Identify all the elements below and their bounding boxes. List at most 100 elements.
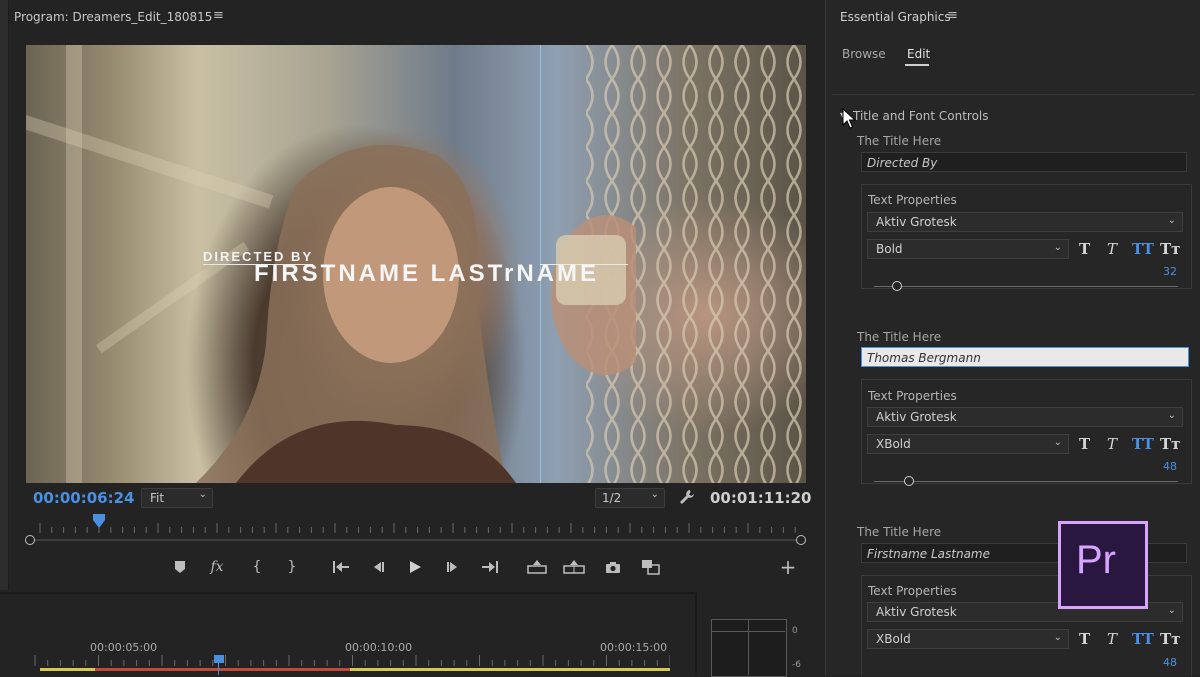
go-to-out-button[interactable] — [479, 556, 501, 578]
small-caps-button[interactable]: Tт — [1160, 240, 1180, 258]
fx-icon: fx — [210, 559, 224, 575]
text-properties-label: Text Properties — [868, 389, 957, 403]
faux-italic-button[interactable]: T — [1107, 435, 1117, 453]
extract-icon — [563, 560, 585, 574]
all-caps-button[interactable]: TT — [1132, 435, 1154, 453]
font-family-select[interactable]: Aktiv Grotesk ⌄ — [867, 212, 1183, 232]
font-style-select[interactable]: XBold ⌄ — [867, 434, 1069, 454]
left-panel-edge — [0, 0, 9, 590]
divider — [832, 94, 1194, 95]
bridge-beam — [66, 45, 82, 483]
small-caps-button[interactable]: Tт — [1160, 435, 1180, 453]
mark-in-button[interactable]: { — [246, 556, 268, 578]
time-ruler[interactable] — [30, 520, 801, 534]
font-size-value[interactable]: 32 — [1163, 265, 1177, 278]
timeline-playhead[interactable] — [214, 655, 224, 663]
title-text-field[interactable]: Directed By — [861, 152, 1187, 172]
font-size-slider-track[interactable] — [874, 286, 1178, 287]
scrub-start-handle[interactable] — [25, 535, 35, 545]
meter-label: -6 — [792, 660, 801, 670]
font-style-value: Bold — [876, 242, 903, 256]
program-panel-menu-icon[interactable]: ≡ — [213, 8, 224, 23]
step-back-icon — [374, 562, 384, 572]
section-title[interactable]: Title and Font Controls — [853, 109, 989, 123]
duration-timecode: 00:01:11:20 — [710, 489, 812, 507]
faux-italic-button[interactable]: T — [1107, 630, 1117, 648]
camera-icon — [606, 561, 620, 573]
overlay-name-text[interactable]: FIRSTNAME LASTrNAME — [254, 260, 599, 288]
small-caps-button[interactable]: Tт — [1160, 630, 1180, 648]
program-panel-title[interactable]: Program: Dreamers_Edit_180815 — [14, 10, 212, 24]
faux-italic-button[interactable]: T — [1107, 240, 1117, 258]
current-timecode[interactable]: 00:00:06:24 — [33, 489, 135, 507]
go-to-in-icon — [333, 561, 349, 573]
comparison-view-button[interactable] — [640, 556, 662, 578]
go-to-in-button[interactable] — [330, 556, 352, 578]
font-size-value[interactable]: 48 — [1163, 460, 1177, 473]
play-icon — [410, 561, 421, 573]
premiere-pro-logo-text: Pr — [1076, 538, 1116, 582]
font-size-value[interactable]: 48 — [1163, 656, 1177, 669]
scrub-bar[interactable] — [30, 539, 801, 541]
font-style-value: XBold — [876, 632, 911, 646]
chevron-down-icon: ⌄ — [1053, 437, 1062, 448]
font-family-select[interactable]: Aktiv Grotesk ⌄ — [867, 407, 1183, 427]
faux-bold-button[interactable]: T — [1079, 630, 1090, 648]
audio-meter-line — [711, 631, 785, 632]
audio-meter-divider — [748, 619, 749, 675]
lift-button[interactable] — [526, 556, 548, 578]
step-back-button[interactable] — [367, 556, 389, 578]
scrub-end-handle[interactable] — [796, 535, 806, 545]
chevron-down-icon: ⌄ — [1053, 242, 1062, 253]
chevron-down-icon: ⌄ — [1167, 215, 1176, 226]
font-family-value: Aktiv Grotesk — [876, 215, 957, 229]
mark-in-icon: { — [252, 559, 262, 575]
zoom-fit-select[interactable]: Fit ⌄ — [141, 488, 213, 508]
fx-button[interactable]: fx — [206, 556, 228, 578]
all-caps-button[interactable]: TT — [1132, 240, 1154, 258]
step-forward-icon — [447, 562, 457, 572]
font-size-slider-track[interactable] — [874, 481, 1178, 482]
font-family-value: Aktiv Grotesk — [876, 605, 957, 619]
add-button[interactable]: + — [777, 555, 799, 579]
chevron-down-icon: ⌄ — [198, 489, 207, 500]
font-size-slider-handle[interactable] — [892, 281, 902, 291]
title-text-field[interactable]: Thomas Bergmann — [861, 347, 1189, 367]
font-style-select[interactable]: Bold ⌄ — [867, 239, 1069, 259]
timeline-playhead-line — [218, 663, 219, 675]
meter-label: 0 — [792, 626, 798, 636]
font-style-value: XBold — [876, 437, 911, 451]
marker-icon — [175, 561, 185, 573]
timeline-time-label: 00:00:10:00 — [345, 641, 413, 654]
text-properties-label: Text Properties — [868, 584, 957, 598]
play-button[interactable] — [404, 556, 426, 578]
all-caps-button[interactable]: TT — [1132, 630, 1154, 648]
plus-icon: + — [779, 555, 797, 579]
tab-edit[interactable]: Edit — [907, 47, 930, 61]
playhead-pointer[interactable] — [93, 520, 105, 528]
wrench-icon[interactable] — [678, 488, 696, 506]
font-size-slider-handle[interactable] — [904, 476, 914, 486]
mark-out-button[interactable]: } — [281, 556, 303, 578]
timeline-time-label: 00:00:05:00 — [90, 641, 158, 654]
essential-graphics-menu-icon[interactable]: ≡ — [947, 8, 958, 23]
export-frame-button[interactable] — [602, 556, 624, 578]
lift-icon — [527, 560, 547, 574]
render-bar — [95, 668, 350, 671]
extract-button[interactable] — [563, 556, 585, 578]
timeline-time-label: 00:00:15:00 — [600, 641, 668, 654]
font-family-value: Aktiv Grotesk — [876, 410, 957, 424]
faux-bold-button[interactable]: T — [1079, 435, 1090, 453]
chevron-down-icon: ⌄ — [1167, 410, 1176, 421]
add-marker-button[interactable] — [169, 556, 191, 578]
font-style-select[interactable]: XBold ⌄ — [867, 629, 1069, 649]
essential-graphics-title[interactable]: Essential Graphics — [840, 10, 951, 24]
faux-bold-button[interactable]: T — [1079, 240, 1090, 258]
tab-browse[interactable]: Browse — [842, 47, 886, 61]
step-forward-button[interactable] — [442, 556, 464, 578]
mouse-cursor-icon — [842, 108, 856, 129]
chevron-down-icon: ⌄ — [1167, 605, 1176, 616]
timeline-ruler[interactable] — [30, 655, 670, 667]
playback-resolution-select[interactable]: 1/2 ⌄ — [595, 488, 665, 508]
chevron-down-icon: ⌄ — [1053, 632, 1062, 643]
